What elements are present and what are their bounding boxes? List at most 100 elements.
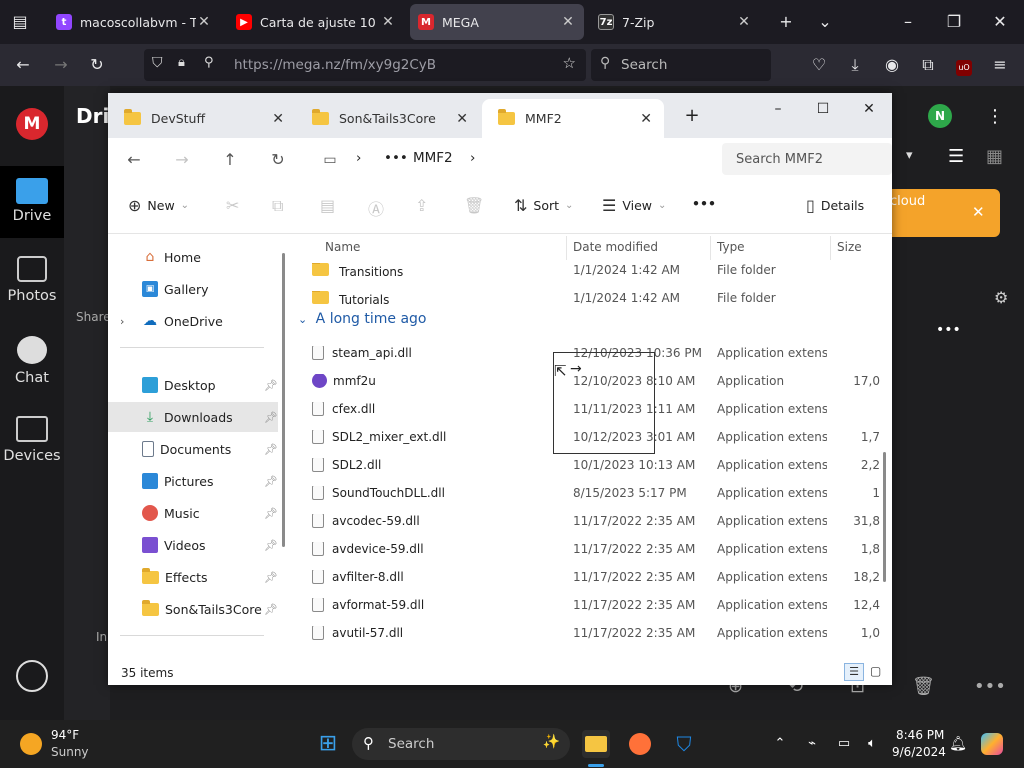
back-icon[interactable]: ← [10,52,36,78]
breadcrumb-separator-icon[interactable]: › [356,150,361,166]
close-tab-icon[interactable]: ✕ [560,14,576,30]
pin-icon[interactable]: 📌︎ [264,475,278,488]
breadcrumb-mmf2[interactable]: MMF2 [413,150,453,166]
close-banner-icon[interactable]: ✕ [972,203,985,221]
list-item[interactable]: avcodec-59.dll 11/17/2022 2:35 AM Applicat… [290,507,880,535]
tray-chevron-up-icon[interactable]: ⌃ [766,730,794,758]
list-item[interactable]: avdevice-59.dll 11/17/2022 2:35 AM Applica… [290,535,880,563]
details-view-icon[interactable]: ☰ [844,663,864,681]
rail-item-devices[interactable]: Devices [0,416,64,476]
nav-item-home[interactable]: ⌂ Home [108,242,278,272]
breadcrumb-chevron-icon[interactable]: › [470,150,475,166]
new-tab-icon[interactable]: + [774,10,798,34]
close-tab-icon[interactable]: ✕ [380,14,396,30]
new-tab-icon[interactable]: + [676,104,708,128]
tab-overview-icon[interactable]: ▤ [8,10,32,34]
url-text[interactable]: https://mega.nz/fm/xy9g2CyB [234,57,436,73]
close-window-icon[interactable]: ✕ [988,10,1012,34]
explorer-tab-sontails[interactable]: Son&Tails3Core ✕ [296,99,480,138]
column-header-date[interactable]: Date modified [573,240,658,254]
list-item[interactable]: avutil-57.dll 11/17/2022 2:35 AM Applicati… [290,619,880,647]
nav-item-gallery[interactable]: ▣ Gallery [108,274,278,304]
taskbar-search[interactable]: ⚲ Search ✨ [352,728,570,760]
pin-icon[interactable]: 📌︎ [264,411,278,424]
copy-icon[interactable]: ⧉ [272,196,283,216]
nav-item-sontails3core[interactable]: Son&Tails3Core 📌︎ [108,594,278,624]
chevron-down-icon[interactable]: ▾ [906,148,913,163]
share-icon[interactable]: ⇪ [415,196,428,215]
rail-item-chat[interactable]: Chat [0,336,64,396]
list-item[interactable]: Tutorials 1/1/2024 1:42 AM File folder [290,284,880,312]
nav-item-documents[interactable]: Documents 📌︎ [108,434,278,464]
close-tab-icon[interactable]: ✕ [272,111,284,127]
nav-item-desktop[interactable]: Desktop 📌︎ [108,370,278,400]
clock-time[interactable]: 8:46 PM [896,728,944,742]
details-button[interactable]: ▯ Details [806,196,864,215]
minimize-icon[interactable]: – [762,97,794,121]
weather-condition[interactable]: Sunny [51,745,89,759]
group-header[interactable]: ⌄ A long time ago [298,311,426,327]
this-pc-icon[interactable]: ▭ [318,148,342,172]
more-actions-icon[interactable]: ••• [974,676,1006,697]
avatar[interactable]: N [928,104,952,128]
minimize-icon[interactable]: – [896,10,920,34]
close-tab-icon[interactable]: ✕ [196,14,212,30]
explorer-tab-devstuff[interactable]: DevStuff ✕ [108,99,296,138]
browser-tab-youtube[interactable]: ▶ Carta de ajuste 10 hora ✕ [228,4,404,40]
pin-icon[interactable]: 📌︎ [264,603,278,616]
more-options-button[interactable]: ••• [692,196,716,211]
lock-icon[interactable]: 🔒︎ [178,55,185,70]
sort-button[interactable]: ⇅ Sort ⌄ [514,196,573,215]
column-header-size[interactable]: Size [837,240,862,254]
shield-icon[interactable]: ⛉ [152,55,163,71]
nav-item-pictures[interactable]: Pictures 📌︎ [108,466,278,496]
url-bar[interactable]: ⛉ 🔒︎ ⚲ https://mega.nz/fm/xy9g2CyB ☆ [144,49,586,81]
forward-icon[interactable]: → [48,52,74,78]
pin-icon[interactable]: 📌︎ [264,571,278,584]
close-window-icon[interactable]: ✕ [853,97,885,121]
clock-date[interactable]: 9/6/2024 [892,745,946,759]
tab-list-chevron-icon[interactable]: ⌄ [813,10,837,34]
close-tab-icon[interactable]: ✕ [456,111,468,127]
new-button[interactable]: ⊕ New ⌄ [128,196,189,215]
file-explorer-taskbar-icon[interactable] [582,730,610,758]
windows-start-icon[interactable]: ⊞ [314,730,342,758]
pin-icon[interactable]: 📌︎ [264,443,278,456]
close-tab-icon[interactable]: ✕ [640,111,652,127]
nav-item-effects[interactable]: Effects 📌︎ [108,562,278,592]
nav-item-music[interactable]: Music 📌︎ [108,498,278,528]
rail-item-drive[interactable]: Drive [0,166,64,238]
forward-icon[interactable]: → [170,148,194,172]
bookmark-star-icon[interactable]: ☆ [563,54,576,72]
copilot-icon[interactable] [978,730,1006,758]
extensions-icon[interactable]: ⧉ [915,52,941,78]
account-icon[interactable]: ◉ [879,52,905,78]
weather-temperature[interactable]: 94°F [51,728,79,742]
view-button[interactable]: ☰ View ⌄ [602,196,666,215]
firefox-icon[interactable] [626,730,654,758]
list-item[interactable]: avfilter-8.dll 11/17/2022 2:35 AM Applicat… [290,563,880,591]
defender-shield-icon[interactable]: ⛉ [670,730,698,758]
nav-item-onedrive[interactable]: › ☁ OneDrive [108,306,278,336]
notification-bell-icon[interactable]: 🔔︎ [944,730,972,758]
list-item[interactable]: SDL2.dll 10/1/2023 10:13 AM Application ex… [290,451,880,479]
more-options-icon[interactable]: ••• [936,322,961,338]
cut-icon[interactable]: ✂ [226,196,239,215]
nav-item-videos[interactable]: Videos 📌︎ [108,530,278,560]
tiles-view-icon[interactable]: ▢ [870,664,881,678]
rail-item-photos[interactable]: Photos [0,256,64,316]
pin-icon[interactable]: 📌︎ [264,379,278,392]
back-icon[interactable]: ← [122,148,146,172]
expand-chevron-icon[interactable]: › [120,315,142,328]
list-vertical-scrollbar[interactable] [883,452,886,582]
settings-gear-icon[interactable]: ⚙ [994,288,1008,307]
maximize-icon[interactable]: ❐ [942,10,966,34]
browser-tab-twitch[interactable]: t macoscollabvm - Twitc ✕ [48,4,220,40]
delete-action-icon[interactable]: 🗑︎ [912,676,935,697]
grid-view-icon[interactable]: ▦ [986,146,1003,167]
rename-icon[interactable]: Ⓐ [368,196,384,220]
list-item[interactable]: Transitions 1/1/2024 1:42 AM File folder [290,256,880,284]
browser-tab-7zip[interactable]: 7z 7-Zip ✕ [590,4,760,40]
explorer-search-input[interactable]: Search MMF2 [722,143,892,175]
list-item[interactable]: avformat-59.dll 11/17/2022 2:35 AM Applica… [290,591,880,619]
